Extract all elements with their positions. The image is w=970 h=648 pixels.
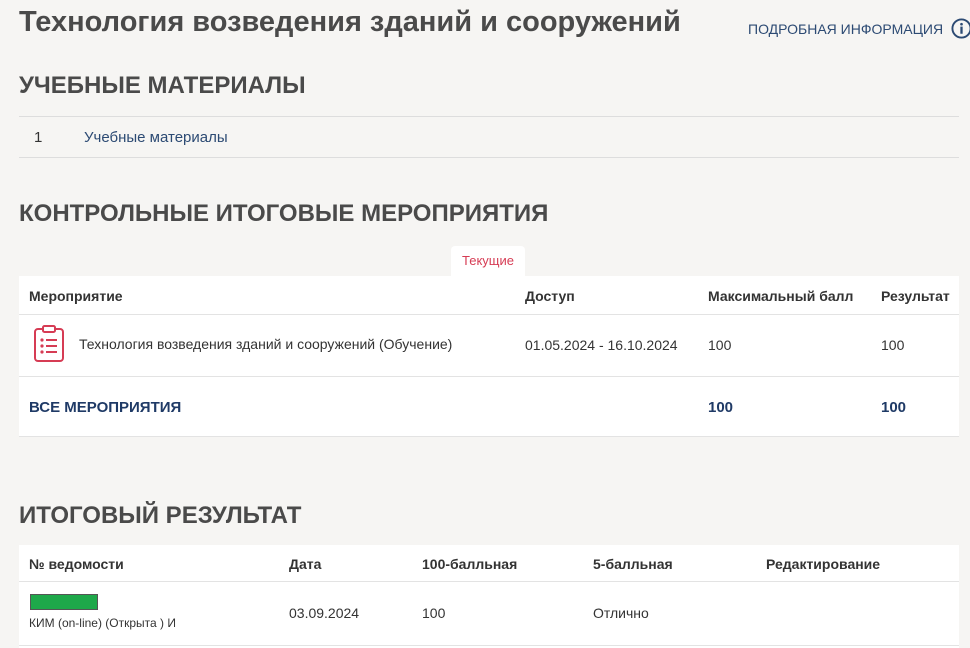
event-result: 100 xyxy=(881,337,905,353)
header-record-no: № ведомости xyxy=(29,556,124,572)
redacted-record-number xyxy=(30,594,98,610)
record-score100: 100 xyxy=(422,605,446,621)
materials-section-title: УЧЕБНЫЕ МАТЕРИАЛЫ xyxy=(19,72,306,99)
final-results-table: № ведомости Дата 100-балльная 5-балльная… xyxy=(19,545,959,648)
record-date: 03.09.2024 xyxy=(289,605,360,621)
header-result: Результат xyxy=(881,288,950,304)
details-link-label: ПОДРОБНАЯ ИНФОРМАЦИЯ xyxy=(748,20,944,37)
header-score100: 100-балльная xyxy=(422,556,518,572)
material-link[interactable]: Учебные материалы xyxy=(84,129,228,146)
final-header-row: № ведомости Дата 100-балльная 5-балльная… xyxy=(19,545,959,582)
header-score5: 5-балльная xyxy=(593,556,673,572)
header-event: Мероприятие xyxy=(29,288,123,304)
event-access: 01.05.2024 - 16.10.2024 xyxy=(525,337,678,353)
table-row[interactable]: Технология возведения зданий и сооружени… xyxy=(19,314,959,377)
clipboard-list-icon xyxy=(34,325,64,362)
total-result: 100 xyxy=(881,399,907,416)
record-text[interactable]: КИМ (on-line) (Открыта ) И xyxy=(29,616,176,630)
control-section-title: КОНТРОЛЬНЫЕ ИТОГОВЫЕ МЕРОПРИЯТИЯ xyxy=(19,200,549,227)
final-section-title: ИТОГОВЫЙ РЕЗУЛЬТАТ xyxy=(19,502,302,529)
event-name[interactable]: Технология возведения зданий и сооружени… xyxy=(79,336,452,352)
materials-list: 1 Учебные материалы xyxy=(19,116,959,158)
total-label: ВСЕ МЕРОПРИЯТИЯ xyxy=(29,399,182,416)
header-access: Доступ xyxy=(525,288,575,304)
events-header-row: Мероприятие Доступ Максимальный балл Рез… xyxy=(19,276,959,315)
info-icon xyxy=(951,18,970,39)
tab-current[interactable]: Текущие xyxy=(451,246,525,276)
header-date: Дата xyxy=(289,556,322,572)
event-max-score: 100 xyxy=(708,337,732,353)
events-total-row: ВСЕ МЕРОПРИЯТИЯ 100 100 xyxy=(19,376,959,437)
page-title: Технология возведения зданий и сооружени… xyxy=(19,6,681,38)
table-row: КИМ (on-line) (Открыта ) И 03.09.2024 10… xyxy=(19,581,959,646)
material-number: 1 xyxy=(34,129,43,146)
header-edit: Редактирование xyxy=(766,556,881,572)
total-max-score: 100 xyxy=(708,399,734,416)
record-score5: Отлично xyxy=(593,605,649,621)
header-max-score: Максимальный балл xyxy=(708,288,854,304)
events-table: Мероприятие Доступ Максимальный балл Рез… xyxy=(19,276,959,437)
details-link[interactable]: ПОДРОБНАЯ ИНФОРМАЦИЯ xyxy=(748,18,970,39)
